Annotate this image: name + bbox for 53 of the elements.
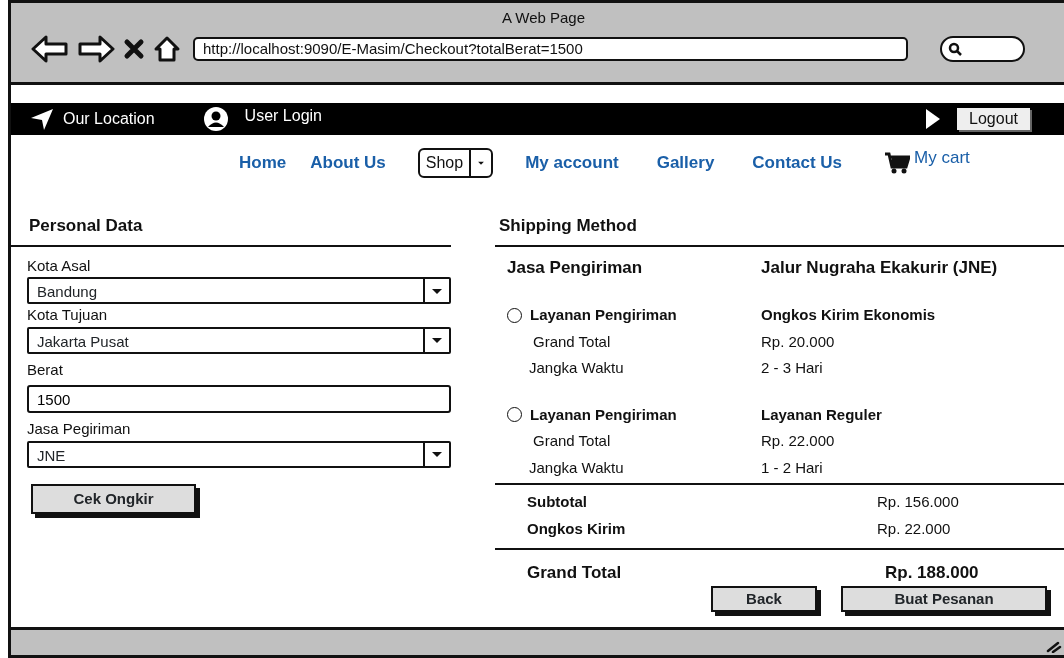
logout-button[interactable]: Logout [957,108,1030,130]
row-label: Grand Total [532,331,612,352]
summary-value: Rp. 22.000 [877,518,951,539]
back-icon[interactable] [31,33,69,64]
field-label: Kota Asal [27,255,92,276]
url-field[interactable]: http://localhost:9090/E-Masim/Checkout?totalBerat=1500 [193,36,908,61]
field-label: Kota Tujuan [27,305,109,325]
field-label: Berat [27,359,64,380]
input-field[interactable]: 1500 [27,385,451,413]
close-icon[interactable] [123,37,145,60]
option-label: Layanan Pengiriman [530,404,677,425]
grand-total-label: Grand Total [527,562,623,584]
summary-label: Subtotal [527,492,588,512]
cart-link[interactable]: My cart [914,145,970,171]
window-title: A Web Page [500,8,587,28]
select-field[interactable]: JNE [27,440,451,468]
play-icon [925,108,942,130]
cart-icon[interactable] [884,151,911,175]
search-icon [948,41,962,56]
price-value: Rp. 22.000 [761,431,836,451]
select-field[interactable]: Bandung [27,277,451,304]
courier-name: Jalur Nugraha Ekakurir (JNE) [761,256,999,279]
resize-grip-icon[interactable] [1046,639,1062,653]
search-field[interactable] [940,35,1025,62]
price-value: Rp. 20.000 [761,331,836,352]
service-name: Ongkos Kirim Ekonomis [761,305,937,325]
summary-value: Rp. 156.000 [877,492,959,512]
row-label: Jangka Waktu [528,358,625,378]
option-label: Layanan Pengiriman [530,305,677,325]
home-icon[interactable] [153,34,181,63]
service-name: Layanan Reguler [761,404,883,425]
nav-link[interactable]: Gallery [656,150,715,176]
login-link[interactable]: User Login [244,104,322,128]
shop-dropdown[interactable]: Shop [417,148,494,178]
user-icon[interactable] [202,106,229,132]
duration-value: 1 - 2 Hari [761,457,824,478]
section-title: Shipping Method [495,211,1064,247]
nav-link[interactable]: My account [525,150,619,176]
location-arrow-icon[interactable] [29,107,55,131]
forward-icon[interactable] [77,33,115,64]
select-field[interactable]: Jakarta Pusat [27,326,451,354]
row-label: Grand Total [532,431,612,451]
nav-link[interactable]: Contact Us [752,150,843,176]
column-label: Jasa Pengiriman [507,256,644,279]
grand-total-value: Rp. 188.000 [885,562,979,584]
row-label: Jangka Waktu [528,457,625,478]
nav-link[interactable]: Home [239,150,287,176]
nav-link[interactable]: About Us [310,150,386,176]
field-label: Jasa Pegiriman [27,419,132,439]
duration-value: 2 - 3 Hari [761,358,824,378]
location-link[interactable]: Our Location [63,107,155,131]
summary-label: Ongkos Kirim [527,518,627,539]
section-title: Personal Data [11,211,451,247]
